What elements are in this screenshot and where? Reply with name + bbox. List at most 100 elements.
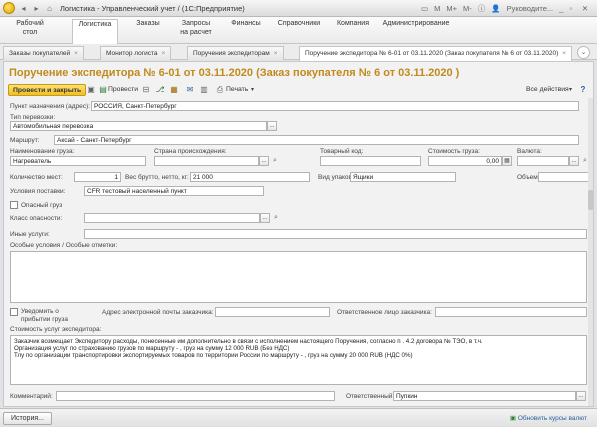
app-logo-icon	[3, 2, 15, 14]
services-cost-field[interactable]: Заказчик возмещает Экспедитору расходы, …	[10, 335, 587, 385]
select-button[interactable]: ...	[576, 391, 586, 401]
info-icon[interactable]: ⓘ	[478, 3, 486, 14]
help-icon[interactable]: ?	[578, 85, 588, 95]
close-icon[interactable]: ×	[274, 50, 278, 57]
terms-field[interactable]: CFR тестовый населенный пункт	[84, 186, 264, 196]
route-label: Маршрут:	[10, 137, 40, 144]
post-button[interactable]: Провести	[108, 86, 138, 93]
memory-plus-icon[interactable]: M+	[446, 4, 457, 13]
tab-label: Заказы покупателей	[9, 50, 71, 57]
close-icon[interactable]: ✕	[578, 3, 592, 15]
other-services-field[interactable]	[84, 229, 587, 239]
select-button[interactable]: ...	[569, 156, 579, 166]
qty-field[interactable]: 1	[74, 172, 121, 182]
hierarchy-icon[interactable]: ⎇	[155, 85, 165, 95]
volume-field[interactable]	[538, 172, 590, 182]
section-catalogs[interactable]: Справочники	[273, 20, 325, 44]
packing-field[interactable]: Ящики	[350, 172, 456, 182]
create-based-icon[interactable]: ▦	[169, 85, 179, 95]
select-button[interactable]: ...	[259, 156, 269, 166]
user-icon[interactable]: 👤	[491, 4, 500, 13]
mail-icon[interactable]: ✉	[185, 85, 195, 95]
unpost-icon[interactable]: ⊟	[141, 85, 151, 95]
search-icon[interactable]: ⌕	[271, 213, 281, 223]
section-company[interactable]: Компания	[331, 20, 375, 44]
chevron-down-icon[interactable]: ⌄	[577, 46, 590, 59]
back-icon[interactable]: ◂	[19, 4, 28, 13]
close-icon[interactable]: ×	[162, 50, 166, 57]
tab-forwarder-orders[interactable]: Поручения экспедиторам ×	[187, 46, 284, 60]
section-label: Заказы	[136, 20, 160, 27]
section-label: Логистика	[78, 21, 112, 28]
select-button[interactable]: ...	[260, 213, 270, 223]
transport-type-label: Тип перевозки:	[10, 114, 56, 121]
comment-field[interactable]	[56, 391, 335, 401]
post-icon[interactable]: ▤	[98, 85, 108, 95]
minimize-icon[interactable]: _	[559, 4, 563, 13]
select-button[interactable]: ...	[267, 121, 277, 131]
maximize-icon[interactable]: ▫	[569, 4, 572, 13]
form-scrollbar[interactable]	[588, 98, 593, 406]
cargo-cost-field[interactable]: 0,00	[428, 156, 502, 166]
notify-checkbox[interactable]	[10, 308, 18, 316]
transport-type-field[interactable]: Автомобильная перевозка	[10, 121, 267, 131]
route-field[interactable]: Аксай - Санкт-Петербург	[54, 135, 579, 145]
special-notes-label: Особые условия / Особые отметки:	[10, 242, 118, 249]
section-administration[interactable]: Администрирование	[381, 20, 451, 44]
section-logistics[interactable]: Логистика	[72, 19, 118, 45]
section-label: Справочники	[277, 20, 321, 27]
memory-minus-icon[interactable]: M-	[463, 4, 472, 13]
user-name[interactable]: Руководите...	[507, 4, 554, 13]
report-icon[interactable]: ▥	[199, 85, 209, 95]
history-button[interactable]: История...	[3, 412, 52, 425]
section-orders[interactable]: Заказы	[128, 20, 168, 44]
update-rates-link[interactable]: ▣ Обновить курсы валют	[510, 414, 587, 422]
printer-icon[interactable]: ⎙	[215, 85, 225, 95]
tab-label: Поручения экспедиторам	[193, 50, 270, 57]
origin-field[interactable]	[154, 156, 259, 166]
weight-field[interactable]: 21 000	[190, 172, 310, 182]
section-quote-requests[interactable]: Запросы на расчет	[174, 20, 218, 44]
forward-icon[interactable]: ▸	[32, 4, 41, 13]
screen-icon[interactable]: ▭	[421, 4, 428, 13]
calculator-icon[interactable]: ▦	[502, 156, 512, 166]
other-services-label: Иные услуги:	[10, 231, 50, 238]
hs-code-label: Товарный код:	[320, 148, 364, 155]
print-button[interactable]: Печать	[226, 86, 248, 93]
home-icon[interactable]: ⌂	[45, 4, 54, 13]
email-field[interactable]	[215, 307, 330, 317]
hs-code-field[interactable]	[320, 156, 421, 166]
memory-icon[interactable]: M	[434, 4, 440, 13]
dangerous-checkbox[interactable]	[10, 201, 18, 209]
currency-icon: ▣	[509, 415, 518, 422]
tab-current-document[interactable]: Поручение экспедитора № 6-01 от 03.11.20…	[299, 46, 573, 61]
post-and-close-button[interactable]: Провести и закрыть	[8, 84, 87, 96]
tab-customer-orders[interactable]: Заказы покупателей ×	[3, 46, 84, 60]
hazard-label: Класс опасности:	[10, 215, 63, 222]
tab-label: Поручение экспедитора № 6-01 от 03.11.20…	[305, 50, 559, 57]
section-finance[interactable]: Финансы	[225, 20, 267, 44]
responsible-customer-field[interactable]	[435, 307, 587, 317]
origin-label: Страна происхождения:	[154, 148, 227, 155]
dangerous-label: Опасный груз	[21, 202, 63, 209]
responsible-label: Ответственный:	[346, 393, 395, 400]
all-actions-menu[interactable]: Все действия	[526, 86, 569, 93]
tab-label: Монитор логиста	[106, 50, 158, 57]
special-notes-field[interactable]	[10, 251, 587, 303]
responsible-field[interactable]: Пупкин	[393, 391, 576, 401]
currency-field[interactable]	[517, 156, 569, 166]
cargo-name-field[interactable]: Нагреватель	[10, 156, 146, 166]
hazard-field[interactable]	[84, 213, 260, 223]
document-form: Поручение экспедитора № 6-01 от 03.11.20…	[3, 61, 594, 407]
chevron-down-icon[interactable]: ▾	[251, 86, 254, 93]
close-icon[interactable]: ×	[74, 50, 78, 57]
tab-logistics-monitor[interactable]: Монитор логиста ×	[100, 46, 172, 60]
destination-field[interactable]: РОССИЯ, Санкт-Петербург	[91, 101, 579, 111]
close-icon[interactable]: ×	[562, 50, 566, 57]
save-icon[interactable]: ▣	[86, 85, 96, 95]
search-icon[interactable]: ⌕	[270, 156, 280, 166]
volume-label: Объем:	[517, 174, 540, 181]
scrollbar-thumb[interactable]	[588, 190, 593, 210]
page-title: Поручение экспедитора № 6-01 от 03.11.20…	[9, 67, 460, 79]
section-desktop[interactable]: Рабочий стол	[8, 20, 52, 44]
